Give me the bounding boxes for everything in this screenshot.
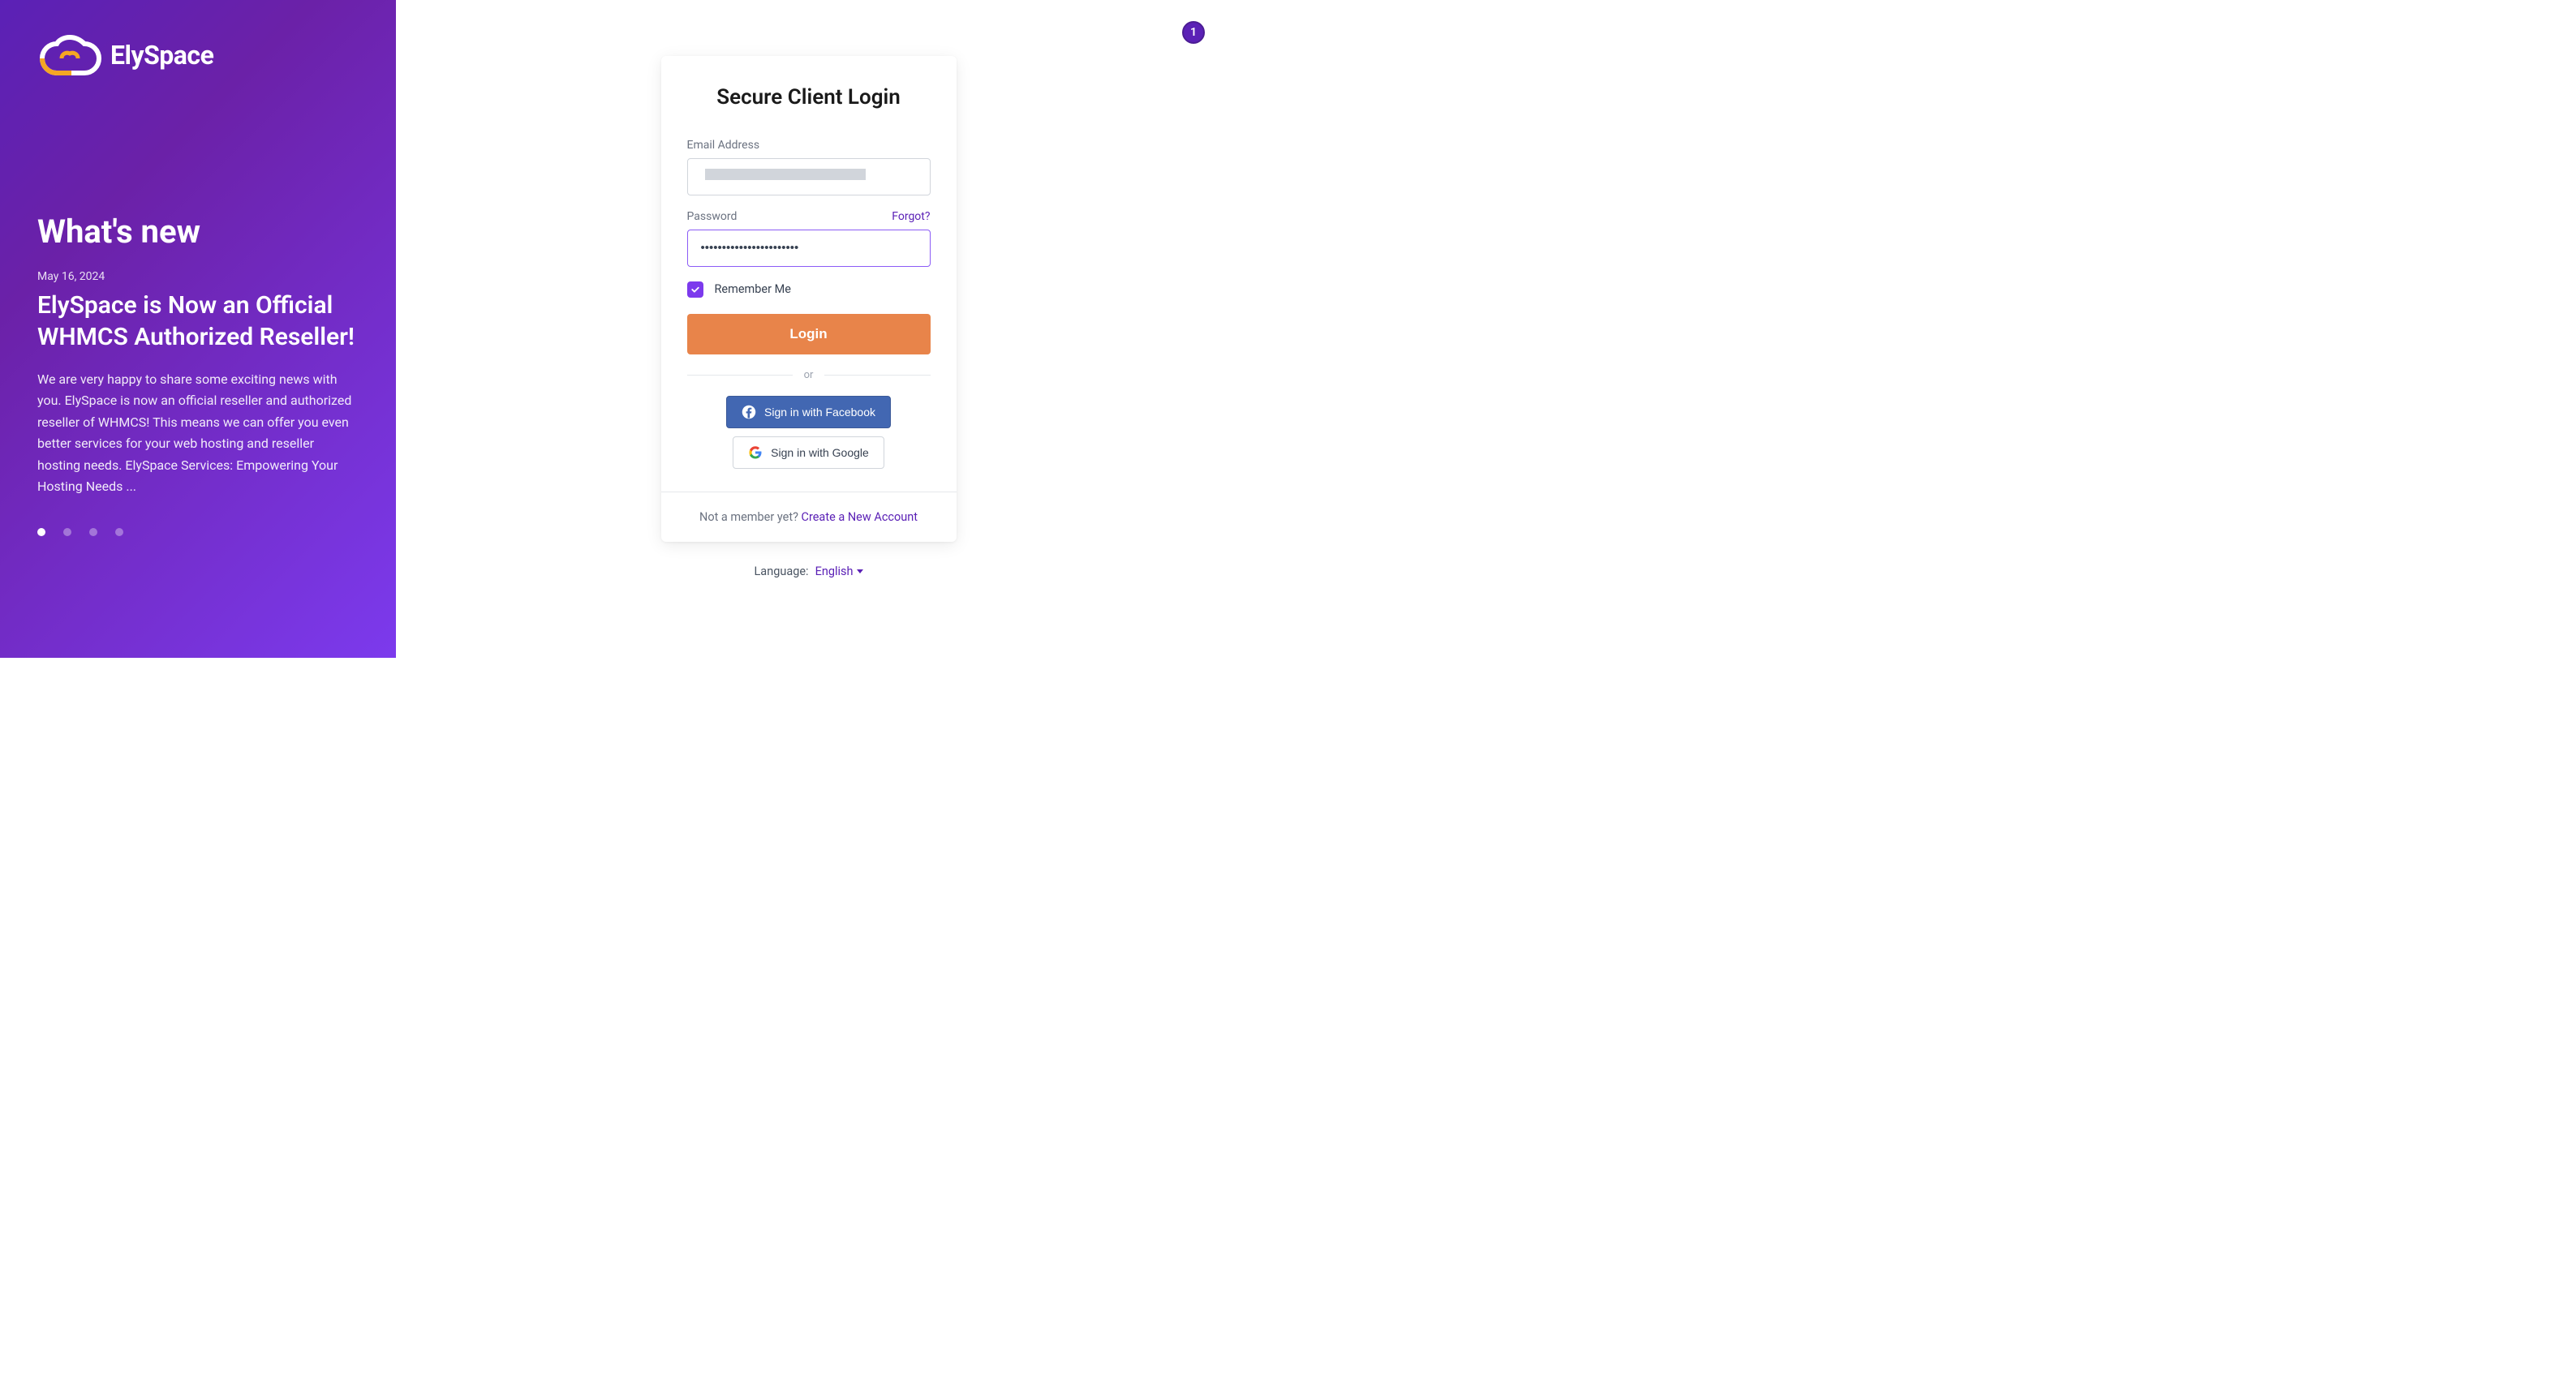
- social-divider: or: [687, 369, 931, 381]
- create-account-link[interactable]: Create a New Account: [802, 510, 918, 524]
- divider-line-right: [824, 375, 930, 376]
- email-label: Email Address: [687, 139, 931, 152]
- cloud-logo-icon: [37, 34, 104, 76]
- carousel-dot-4[interactable]: [115, 528, 123, 536]
- login-title: Secure Client Login: [687, 85, 931, 110]
- facebook-signin-button[interactable]: Sign in with Facebook: [726, 396, 891, 428]
- google-icon: [748, 445, 763, 460]
- login-button[interactable]: Login: [687, 314, 931, 354]
- remember-me-row: Remember Me: [687, 281, 931, 298]
- login-card: Secure Client Login Email Address Passwo…: [661, 56, 957, 542]
- brand-name: ElySpace: [110, 40, 213, 71]
- divider-line-left: [687, 375, 793, 376]
- facebook-button-label: Sign in with Facebook: [764, 406, 875, 419]
- carousel-dot-2[interactable]: [63, 528, 71, 536]
- carousel-dot-1[interactable]: [37, 528, 45, 536]
- facebook-icon: [742, 405, 756, 419]
- email-input-wrapper: [687, 158, 931, 210]
- password-label: Password: [687, 210, 738, 223]
- remember-me-label: Remember Me: [715, 282, 791, 296]
- whats-new-section: What's new May 16, 2024 ElySpace is Now …: [37, 213, 359, 536]
- login-card-footer: Not a member yet? Create a New Account: [661, 492, 957, 542]
- carousel-dot-3[interactable]: [89, 528, 97, 536]
- carousel-dots: [37, 528, 359, 536]
- language-selected: English: [815, 565, 854, 578]
- language-selector-row: Language: English: [755, 565, 863, 578]
- language-label: Language:: [755, 565, 809, 578]
- news-headline[interactable]: ElySpace is Now an Official WHMCS Author…: [37, 290, 359, 353]
- not-member-text: Not a member yet?: [699, 510, 802, 524]
- news-sidebar: ElySpace What's new May 16, 2024 ElySpac…: [0, 0, 396, 658]
- remember-me-checkbox[interactable]: [687, 281, 703, 298]
- google-button-label: Sign in with Google: [771, 446, 869, 459]
- password-input[interactable]: [687, 230, 931, 267]
- login-panel: 1 Secure Client Login Email Address Pass…: [396, 0, 1221, 658]
- social-buttons: Sign in with Facebook Sign in with Googl…: [687, 396, 931, 469]
- forgot-password-link[interactable]: Forgot?: [892, 210, 930, 223]
- google-signin-button[interactable]: Sign in with Google: [733, 436, 884, 469]
- language-select[interactable]: English: [815, 565, 863, 578]
- divider-text: or: [793, 369, 825, 381]
- news-date: May 16, 2024: [37, 270, 359, 283]
- notification-badge[interactable]: 1: [1182, 21, 1205, 44]
- checkmark-icon: [690, 285, 700, 294]
- brand-logo[interactable]: ElySpace: [37, 34, 359, 76]
- caret-down-icon: [857, 569, 863, 573]
- email-redacted-overlay: [705, 169, 866, 180]
- whats-new-title: What's new: [37, 213, 359, 251]
- news-body: We are very happy to share some exciting…: [37, 369, 359, 497]
